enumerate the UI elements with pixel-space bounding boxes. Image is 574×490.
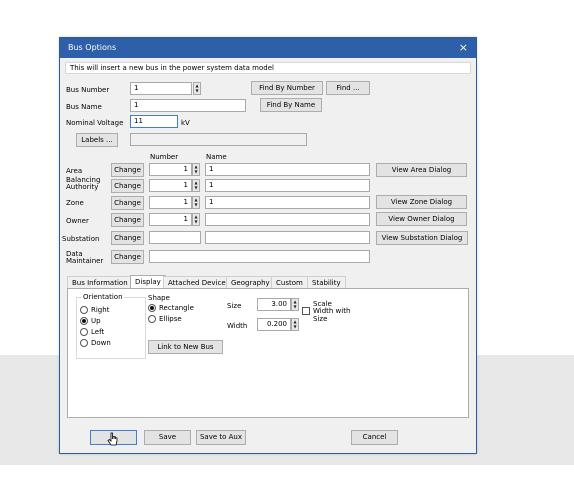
data-maintainer-label: Data Maintainer bbox=[66, 251, 103, 265]
orientation-right-label: Right bbox=[91, 306, 110, 314]
substation-label: Substation bbox=[62, 235, 100, 243]
find-by-number-button[interactable]: Find By Number bbox=[251, 81, 323, 95]
substation-name-input[interactable] bbox=[205, 231, 370, 244]
orientation-left-label: Left bbox=[91, 328, 105, 336]
bus-name-input[interactable]: 1 bbox=[130, 99, 246, 112]
save-to-aux-button[interactable]: Save to Aux bbox=[196, 430, 246, 445]
view-zone-dialog-button[interactable]: View Zone Dialog bbox=[376, 195, 467, 209]
bus-number-label: Bus Number bbox=[66, 86, 110, 94]
labels-field[interactable] bbox=[130, 133, 307, 146]
labels-button[interactable]: Labels ... bbox=[76, 133, 118, 147]
width-spinner[interactable]: ▲ ▼ bbox=[291, 318, 299, 331]
size-spinner[interactable]: ▲ ▼ bbox=[291, 298, 299, 311]
area-number-spinner[interactable]: ▲ ▼ bbox=[192, 163, 200, 176]
orientation-down-radio[interactable] bbox=[80, 339, 88, 347]
owner-change-button[interactable]: Change bbox=[111, 213, 144, 227]
area-number-input[interactable]: 1 bbox=[149, 163, 192, 176]
owner-number-input[interactable]: 1 bbox=[149, 213, 192, 226]
dialog-title: Bus Options bbox=[68, 43, 117, 52]
data-maintainer-change-button[interactable]: Change bbox=[111, 250, 144, 264]
orientation-title: Orientation bbox=[82, 293, 124, 301]
bus-options-dialog: Bus Options × This will insert a new bus… bbox=[59, 37, 477, 454]
area-change-button[interactable]: Change bbox=[111, 163, 144, 177]
scale-width-with-label: Width with bbox=[313, 307, 351, 315]
orientation-down-label: Down bbox=[91, 339, 111, 347]
view-area-dialog-button[interactable]: View Area Dialog bbox=[376, 163, 467, 177]
zone-number-input[interactable]: 1 bbox=[149, 196, 192, 209]
display-tab-panel: Orientation Right Up Left Down Shape Rec… bbox=[67, 288, 469, 418]
hand-cursor-icon bbox=[107, 432, 118, 446]
shape-ellipse-label: Ellipse bbox=[159, 315, 182, 323]
nominal-voltage-input[interactable]: 11 bbox=[130, 115, 178, 128]
bus-number-spinner[interactable]: ▲ ▼ bbox=[193, 82, 201, 95]
substation-number-input[interactable] bbox=[149, 231, 201, 244]
bus-number-input[interactable]: 1 bbox=[130, 82, 192, 95]
orientation-up-label: Up bbox=[91, 317, 101, 325]
voltage-unit: kV bbox=[181, 119, 190, 127]
area-label: Area bbox=[66, 167, 83, 175]
size-input[interactable]: 3.00 bbox=[257, 298, 291, 311]
balancing-authority-label: Balancing Authority bbox=[66, 177, 100, 191]
scale-size-label: Size bbox=[313, 315, 328, 323]
orientation-right-radio[interactable] bbox=[80, 306, 88, 314]
title-bar: Bus Options × bbox=[60, 38, 476, 58]
tab-display[interactable]: Display bbox=[130, 275, 166, 289]
shape-rectangle-label: Rectangle bbox=[159, 304, 194, 312]
width-label: Width bbox=[227, 322, 248, 330]
shape-ellipse-radio[interactable] bbox=[148, 315, 156, 323]
owner-label: Owner bbox=[66, 217, 89, 225]
size-label: Size bbox=[227, 302, 242, 310]
zone-name-input[interactable]: 1 bbox=[205, 196, 370, 209]
width-input[interactable]: 0.200 bbox=[257, 318, 291, 331]
data-maintainer-input[interactable] bbox=[149, 250, 370, 263]
cancel-button[interactable]: Cancel bbox=[351, 430, 398, 445]
owner-number-spinner[interactable]: ▲ ▼ bbox=[192, 213, 200, 226]
number-header: Number bbox=[150, 153, 179, 161]
info-message: This will insert a new bus in the power … bbox=[65, 62, 471, 74]
balancing-authority-name-input[interactable]: 1 bbox=[205, 179, 370, 192]
find-by-name-button[interactable]: Find By Name bbox=[260, 98, 322, 112]
balancing-authority-number-input[interactable]: 1 bbox=[149, 179, 192, 192]
zone-change-button[interactable]: Change bbox=[111, 196, 144, 210]
zone-number-spinner[interactable]: ▲ ▼ bbox=[192, 196, 200, 209]
owner-name-input[interactable] bbox=[205, 213, 370, 226]
background-bottom bbox=[0, 465, 574, 490]
view-owner-dialog-button[interactable]: View Owner Dialog bbox=[376, 212, 467, 226]
link-to-new-bus-button[interactable]: Link to New Bus bbox=[148, 340, 223, 354]
balancing-authority-spinner[interactable]: ▲ ▼ bbox=[192, 179, 200, 192]
scale-width-size-checkbox[interactable] bbox=[302, 307, 310, 315]
area-name-input[interactable]: 1 bbox=[205, 163, 370, 176]
view-substation-dialog-button[interactable]: View Substation Dialog bbox=[376, 231, 468, 245]
orientation-up-radio[interactable] bbox=[80, 317, 88, 325]
substation-change-button[interactable]: Change bbox=[111, 231, 144, 245]
balancing-authority-change-button[interactable]: Change bbox=[111, 179, 144, 193]
data-maintainer-label-line2: Maintainer bbox=[66, 257, 104, 265]
name-header: Name bbox=[206, 153, 227, 161]
nominal-voltage-label: Nominal Voltage bbox=[66, 119, 124, 127]
zone-label: Zone bbox=[66, 199, 84, 207]
find-button[interactable]: Find ... bbox=[326, 81, 370, 95]
orientation-left-radio[interactable] bbox=[80, 328, 88, 336]
bus-name-label: Bus Name bbox=[66, 103, 102, 111]
shape-rectangle-radio[interactable] bbox=[148, 304, 156, 312]
save-button[interactable]: Save bbox=[144, 430, 191, 445]
shape-title: Shape bbox=[148, 294, 170, 302]
close-icon[interactable]: × bbox=[459, 41, 468, 54]
balancing-authority-label-line2: Authority bbox=[66, 183, 99, 191]
